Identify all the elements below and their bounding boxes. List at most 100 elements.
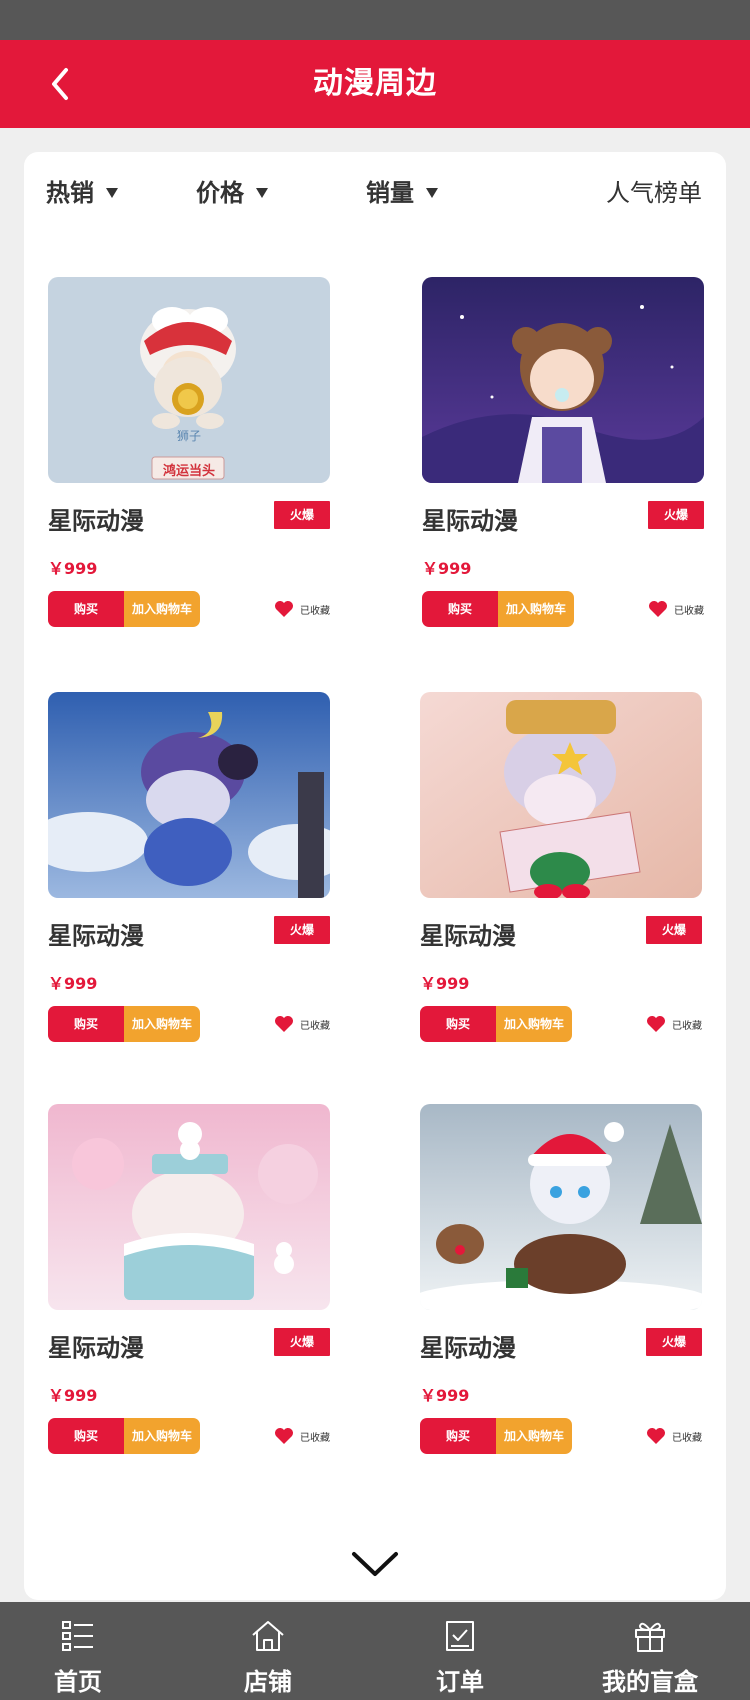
product-price: ￥999 [48,1386,98,1405]
hot-badge: 火爆 [646,1328,702,1356]
add-to-cart-button[interactable]: 加入购物车 [124,1006,200,1042]
tab-store[interactable]: 店铺 [198,1602,338,1700]
heart-icon [275,601,293,617]
filter-label: 人气榜单 [606,178,702,207]
favorite-label: 已收藏 [672,1432,702,1444]
filter-label: 热销 [46,178,94,207]
product-name[interactable]: 星际动漫 [48,1328,144,1363]
hot-badge: 火爆 [274,1328,330,1356]
tab-label: 首页 [54,1668,102,1696]
favorite-label: 已收藏 [674,605,704,617]
header-bar: 动漫周边 [0,40,750,128]
product-price: ￥999 [48,974,98,993]
product-card[interactable]: 星际动漫 火爆 ￥999 购买 加入购物车 已收藏 [48,692,330,1062]
favorite-label: 已收藏 [300,1432,330,1444]
order-icon [446,1621,474,1651]
buy-button[interactable]: 购买 [420,1006,496,1042]
product-image[interactable]: 狮子 鸿运当头 [48,277,330,483]
product-name[interactable]: 星际动漫 [420,916,516,951]
action-buttons: 购买 加入购物车 [48,591,200,627]
hot-badge: 火爆 [646,916,702,944]
product-name[interactable]: 星际动漫 [48,916,144,951]
heart-icon [275,1428,293,1444]
buy-button[interactable]: 购买 [48,591,124,627]
favorite-button[interactable]: 已收藏 [646,1424,702,1448]
product-price: ￥999 [422,559,472,578]
dropdown-arrow-icon [106,188,118,198]
product-price: ￥999 [420,974,470,993]
buy-button[interactable]: 购买 [422,591,498,627]
heart-icon [647,1016,665,1032]
filter-hot-sale[interactable]: 热销 [46,170,118,210]
favorite-label: 已收藏 [300,1020,330,1032]
product-image[interactable] [48,692,330,898]
image-caption: 鸿运当头 [162,464,215,479]
filter-popularity-ranking[interactable]: 人气榜单 [606,170,702,210]
product-image[interactable] [420,692,702,898]
tab-my-blind-box[interactable]: 我的盲盒 [580,1602,720,1700]
product-image[interactable] [48,1104,330,1310]
action-buttons: 购买 加入购物车 [422,591,574,627]
add-to-cart-button[interactable]: 加入购物车 [496,1006,572,1042]
product-price: ￥999 [420,1386,470,1405]
favorite-button[interactable]: 已收藏 [274,597,330,621]
status-bar [0,0,750,40]
list-icon [62,1621,93,1651]
filter-sales[interactable]: 销量 [366,170,438,210]
buy-button[interactable]: 购买 [420,1418,496,1454]
product-image[interactable] [420,1104,702,1310]
product-card[interactable]: 星际动漫 火爆 ￥999 购买 加入购物车 已收藏 [48,1104,330,1474]
favorite-button[interactable]: 已收藏 [648,597,704,621]
heart-icon [647,1428,665,1444]
favorite-label: 已收藏 [672,1020,702,1032]
load-more-button[interactable] [350,1544,400,1584]
tab-label: 订单 [436,1668,484,1696]
home-icon [252,1621,284,1651]
product-name[interactable]: 星际动漫 [48,501,144,536]
heart-icon [275,1016,293,1032]
add-to-cart-button[interactable]: 加入购物车 [496,1418,572,1454]
add-to-cart-button[interactable]: 加入购物车 [124,1418,200,1454]
favorite-button[interactable]: 已收藏 [646,1012,702,1036]
hot-badge: 火爆 [274,501,330,529]
product-card[interactable]: 星际动漫 火爆 ￥999 购买 加入购物车 已收藏 [422,277,704,647]
back-button[interactable] [36,58,88,110]
tab-home[interactable]: 首页 [8,1602,148,1700]
dropdown-arrow-icon [426,188,438,198]
filter-label: 销量 [366,178,414,207]
filter-price[interactable]: 价格 [196,170,268,210]
action-buttons: 购买 加入购物车 [420,1418,572,1454]
product-card[interactable]: 星际动漫 火爆 ￥999 购买 加入购物车 已收藏 [420,692,702,1062]
product-image[interactable] [422,277,704,483]
hot-badge: 火爆 [648,501,704,529]
image-caption: 狮子 [176,429,201,443]
product-price: ￥999 [48,559,98,578]
tab-orders[interactable]: 订单 [390,1602,530,1700]
bottom-tab-bar: 首页 店铺 订单 我的盲盒 [0,1602,750,1700]
favorite-button[interactable]: 已收藏 [274,1424,330,1448]
add-to-cart-button[interactable]: 加入购物车 [124,591,200,627]
product-card[interactable]: 狮子 鸿运当头 星际动漫 火爆 ￥999 购买 加入购物车 已收藏 [48,277,330,647]
buy-button[interactable]: 购买 [48,1006,124,1042]
product-name[interactable]: 星际动漫 [420,1328,516,1363]
favorite-button[interactable]: 已收藏 [274,1012,330,1036]
favorite-label: 已收藏 [300,605,330,617]
action-buttons: 购买 加入购物车 [420,1006,572,1042]
action-buttons: 购买 加入购物车 [48,1006,200,1042]
product-list-card: 热销 价格 销量 人气榜单 狮子 鸿运当头 星际动漫 火爆 ￥999 购买 加入… [24,152,726,1600]
buy-button[interactable]: 购买 [48,1418,124,1454]
product-card[interactable]: 星际动漫 火爆 ￥999 购买 加入购物车 已收藏 [420,1104,702,1474]
page-title: 动漫周边 [313,66,437,101]
tab-label: 我的盲盒 [602,1668,698,1696]
gift-icon [635,1622,665,1652]
add-to-cart-button[interactable]: 加入购物车 [498,591,574,627]
heart-icon [649,601,667,617]
action-buttons: 购买 加入购物车 [48,1418,200,1454]
filter-bar: 热销 价格 销量 人气榜单 [24,152,726,232]
tab-label: 店铺 [244,1668,292,1696]
dropdown-arrow-icon [256,188,268,198]
product-name[interactable]: 星际动漫 [422,501,518,536]
chevron-down-icon [352,1552,398,1576]
filter-label: 价格 [196,178,244,207]
chevron-left-icon [52,68,68,100]
